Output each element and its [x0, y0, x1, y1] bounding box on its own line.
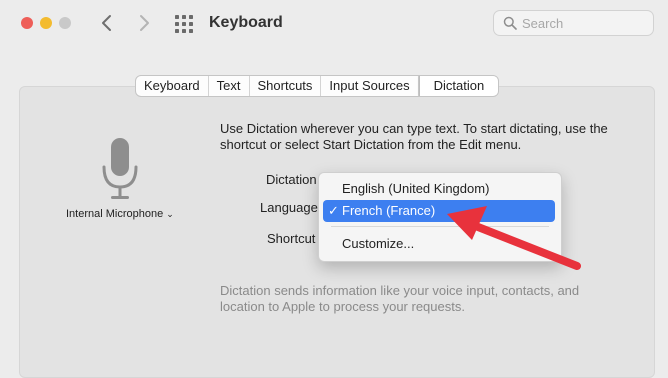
- chevron-right-icon: [140, 15, 149, 31]
- search-icon: [503, 16, 517, 30]
- tab-bar: Keyboard Text Shortcuts Input Sources Di…: [135, 75, 500, 97]
- checkmark-icon: ✓: [328, 203, 339, 218]
- show-all-button[interactable]: [174, 14, 194, 34]
- window-title: Keyboard: [209, 14, 283, 31]
- zoom-button[interactable]: [59, 17, 71, 29]
- tab-input-sources[interactable]: Input Sources: [321, 76, 419, 96]
- menu-separator: [331, 226, 549, 227]
- tab-shortcuts[interactable]: Shortcuts: [250, 76, 322, 96]
- minimize-button[interactable]: [40, 17, 52, 29]
- menu-item-label: French (France): [342, 203, 436, 218]
- back-button[interactable]: [96, 11, 118, 35]
- search-field[interactable]: [493, 10, 654, 36]
- tab-text[interactable]: Text: [209, 76, 250, 96]
- chevron-down-icon: ⌄: [166, 209, 174, 219]
- dictation-label: Dictation: [266, 172, 317, 187]
- title-bar: Keyboard: [0, 0, 668, 50]
- search-input[interactable]: [522, 14, 642, 32]
- close-button[interactable]: [21, 17, 33, 29]
- menu-item-label: English (United Kingdom): [342, 181, 490, 196]
- microphone-icon: [102, 138, 138, 199]
- chevron-left-icon: [102, 15, 111, 31]
- language-dropdown-menu: English (United Kingdom) ✓ French (Franc…: [318, 172, 562, 262]
- tab-keyboard[interactable]: Keyboard: [136, 76, 209, 96]
- shortcut-label: Shortcut: [267, 231, 316, 246]
- privacy-note: Dictation sends information like your vo…: [220, 283, 580, 314]
- dictation-description: Use Dictation wherever you can type text…: [220, 121, 608, 152]
- menu-item-customize[interactable]: Customize...: [323, 233, 555, 255]
- language-label: Language: [260, 200, 318, 215]
- tab-dictation[interactable]: Dictation: [418, 76, 499, 96]
- microphone-selector[interactable]: Internal Microphone ⌄: [66, 208, 174, 220]
- menu-item-english-uk[interactable]: English (United Kingdom): [323, 178, 555, 200]
- forward-button[interactable]: [133, 11, 155, 35]
- microphone-label: Internal Microphone: [66, 208, 164, 220]
- menu-item-french-france[interactable]: ✓ French (France): [323, 200, 555, 222]
- menu-item-label: Customize...: [342, 236, 415, 251]
- grid-icon: [175, 15, 193, 33]
